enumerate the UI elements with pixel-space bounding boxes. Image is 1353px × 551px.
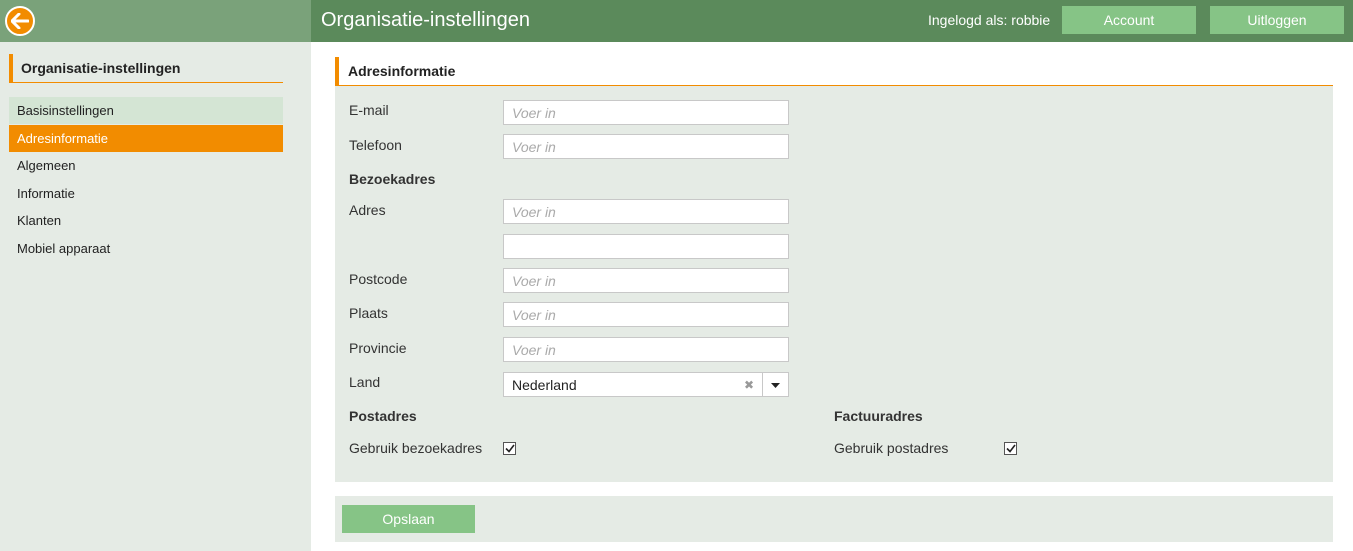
sidebar-item-klanten[interactable]: Klanten bbox=[9, 207, 283, 234]
sidebar-title: Organisatie-instellingen bbox=[9, 54, 283, 83]
top-bar: Organisatie-instellingen Ingelogd als: r… bbox=[0, 0, 1353, 42]
use-visit-address-checkbox[interactable] bbox=[503, 442, 516, 455]
panel-title: Adresinformatie bbox=[335, 57, 1333, 86]
use-postal-address-checkbox[interactable] bbox=[1004, 442, 1017, 455]
sidebar: Organisatie-instellingen Basisinstelling… bbox=[0, 42, 311, 551]
back-button[interactable] bbox=[5, 6, 35, 36]
phone-field[interactable] bbox=[503, 134, 789, 159]
country-value: Nederland bbox=[512, 377, 577, 393]
checkmark-icon bbox=[1005, 444, 1016, 453]
account-button[interactable]: Account bbox=[1062, 6, 1196, 34]
top-bar-left bbox=[0, 0, 311, 42]
invoice-address-heading: Factuuradres bbox=[834, 408, 923, 424]
city-field[interactable] bbox=[503, 302, 789, 327]
country-select[interactable]: Nederland ✖ bbox=[503, 372, 789, 397]
email-label: E-mail bbox=[349, 102, 389, 118]
use-postal-address-label: Gebruik postadres bbox=[834, 440, 949, 456]
logged-in-text: Ingelogd als: robbie bbox=[928, 12, 1051, 28]
sidebar-item-mobiel-apparaat[interactable]: Mobiel apparaat bbox=[9, 235, 283, 262]
select-divider bbox=[762, 373, 763, 396]
page-title: Organisatie-instellingen bbox=[321, 9, 531, 31]
postal-address-heading: Postadres bbox=[349, 408, 417, 424]
form-footer: Opslaan bbox=[335, 496, 1333, 542]
sidebar-item-informatie[interactable]: Informatie bbox=[9, 180, 283, 207]
arrow-left-icon bbox=[11, 13, 29, 29]
sidebar-item-adresinformatie[interactable]: Adresinformatie bbox=[9, 125, 283, 152]
use-visit-address-label: Gebruik bezoekadres bbox=[349, 440, 483, 456]
address-label: Adres bbox=[349, 202, 386, 218]
postcode-label: Postcode bbox=[349, 271, 408, 287]
sidebar-item-basisinstellingen[interactable]: Basisinstellingen bbox=[9, 97, 283, 124]
chevron-down-icon[interactable] bbox=[766, 379, 784, 391]
logout-button[interactable]: Uitloggen bbox=[1210, 6, 1344, 34]
province-label: Provincie bbox=[349, 340, 407, 356]
country-label: Land bbox=[349, 374, 381, 390]
address-field[interactable] bbox=[503, 199, 789, 224]
email-field[interactable] bbox=[503, 100, 789, 125]
address-panel: Adresinformatie E-mail Telefoon Bezoekad… bbox=[335, 57, 1333, 482]
city-label: Plaats bbox=[349, 305, 388, 321]
address-line2-field[interactable] bbox=[503, 234, 789, 259]
clear-icon[interactable]: ✖ bbox=[744, 377, 754, 393]
sidebar-item-algemeen[interactable]: Algemeen bbox=[9, 152, 283, 179]
save-button[interactable]: Opslaan bbox=[342, 505, 475, 533]
province-field[interactable] bbox=[503, 337, 789, 362]
checkmark-icon bbox=[504, 444, 515, 453]
phone-label: Telefoon bbox=[349, 137, 402, 153]
postcode-field[interactable] bbox=[503, 268, 789, 293]
visit-address-heading: Bezoekadres bbox=[349, 171, 436, 187]
